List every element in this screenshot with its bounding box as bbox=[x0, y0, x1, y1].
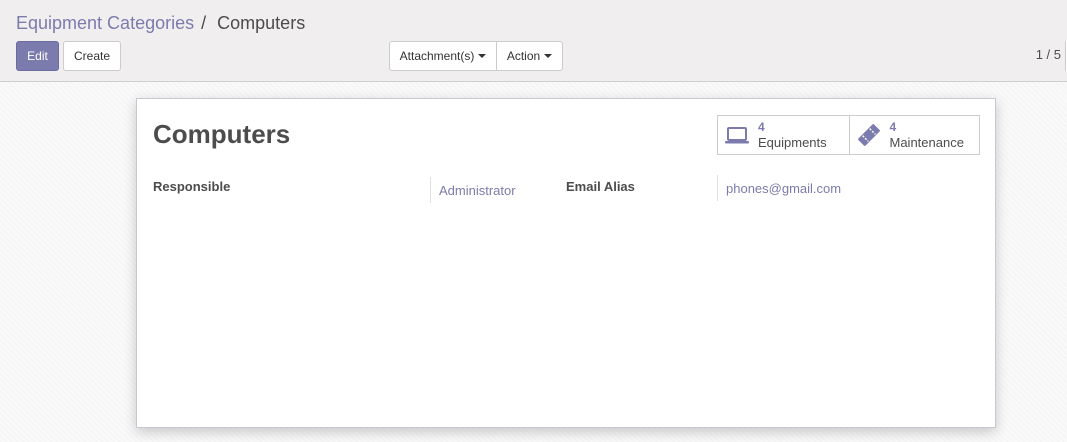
breadcrumb-separator: / bbox=[201, 13, 207, 33]
caret-down-icon bbox=[478, 54, 487, 58]
email-alias-label: Email Alias bbox=[566, 179, 635, 194]
equipments-smart-button[interactable]: 4 Equipments bbox=[718, 116, 849, 154]
responsible-link[interactable]: Administrator bbox=[430, 177, 516, 203]
equipments-count: 4 bbox=[758, 120, 765, 134]
maintenance-label: Maintenance bbox=[889, 135, 964, 150]
caret-down-icon bbox=[544, 54, 553, 58]
attachments-dropdown-button[interactable]: Attachment(s) bbox=[389, 41, 497, 71]
record-title: Computers bbox=[153, 119, 291, 149]
equipments-label: Equipments bbox=[758, 135, 827, 150]
create-button[interactable]: Create bbox=[63, 41, 121, 71]
responsible-label: Responsible bbox=[153, 179, 231, 194]
breadcrumb-parent-link[interactable]: Equipment Categories bbox=[16, 13, 194, 33]
maintenance-smart-button[interactable]: 4 Maintenance bbox=[848, 116, 979, 154]
maintenance-count: 4 bbox=[889, 120, 897, 134]
breadcrumb: Equipment Categories / Computers bbox=[16, 12, 305, 34]
ticket-icon bbox=[857, 124, 880, 146]
form-sheet: Computers 4 Equipments 4 Maintenance Res… bbox=[136, 98, 996, 428]
control-panel: Equipment Categories / Computers Edit Cr… bbox=[0, 0, 1067, 82]
attachments-label: Attachment(s) bbox=[399, 49, 475, 63]
edit-button[interactable]: Edit bbox=[16, 41, 59, 71]
breadcrumb-current: Computers bbox=[217, 13, 306, 33]
laptop-icon bbox=[725, 127, 749, 144]
email-alias-value[interactable]: phones@gmail.com bbox=[717, 175, 841, 201]
action-dropdown-button[interactable]: Action bbox=[496, 41, 563, 71]
smart-button-box: 4 Equipments 4 Maintenance bbox=[717, 115, 980, 155]
action-label: Action bbox=[506, 49, 541, 63]
pager-value[interactable]: 1 / 5 bbox=[1036, 47, 1061, 62]
